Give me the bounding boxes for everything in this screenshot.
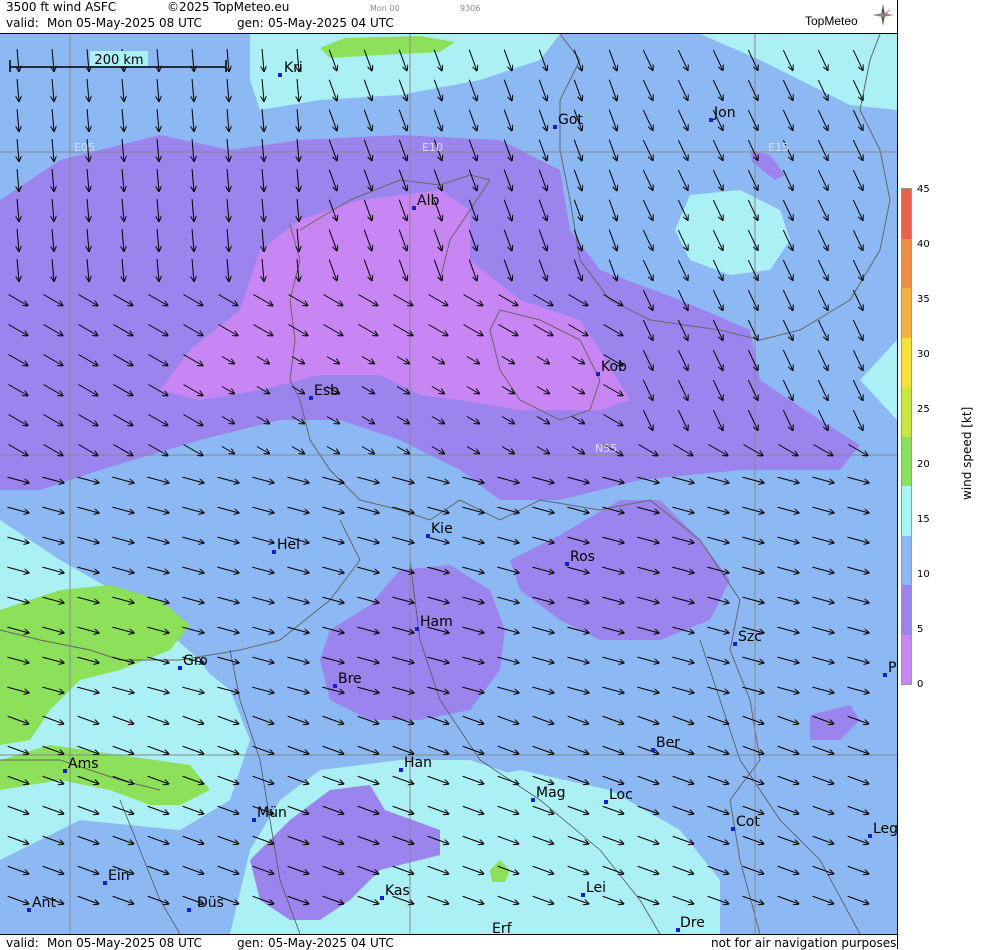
svg-text:Kri: Kri bbox=[284, 60, 303, 76]
svg-text:Lei: Lei bbox=[586, 880, 606, 896]
footer-valid-time: Mon 05-May-2025 08 UTC bbox=[47, 936, 202, 950]
city-ams: Ams bbox=[63, 756, 99, 773]
legend-segment bbox=[902, 189, 911, 239]
code-label: 9306 bbox=[460, 4, 481, 13]
city-esb: Esb bbox=[309, 383, 339, 400]
legend-segment bbox=[902, 238, 911, 288]
compass-icon bbox=[872, 4, 894, 26]
legend-color-bar bbox=[901, 188, 912, 685]
city-ant: Ant bbox=[27, 895, 56, 912]
city-szc: Szc bbox=[733, 629, 762, 646]
city-got: Got bbox=[553, 112, 583, 129]
legend-tick-label: 40 bbox=[917, 239, 930, 250]
grid-label-e10: E10 bbox=[422, 141, 443, 154]
svg-text:Ber: Ber bbox=[656, 735, 680, 751]
legend-segment bbox=[902, 436, 911, 486]
city-alb: Alb bbox=[412, 193, 439, 210]
svg-text:Cot: Cot bbox=[736, 814, 760, 830]
svg-text:Leg: Leg bbox=[873, 821, 897, 837]
svg-text:Szc: Szc bbox=[738, 629, 762, 645]
svg-text:Dre: Dre bbox=[680, 915, 705, 931]
city-ros: Ros bbox=[565, 549, 595, 566]
svg-text:Mün: Mün bbox=[257, 805, 287, 821]
legend-tick-label: 45 bbox=[917, 184, 930, 195]
footer-gen-label: gen: bbox=[237, 936, 264, 950]
legend-tick-label: 25 bbox=[917, 404, 930, 415]
footer: valid: Mon 05-May-2025 08 UTC gen: 05-Ma… bbox=[0, 934, 897, 950]
legend-tick-label: 30 bbox=[917, 349, 930, 360]
svg-text:Ros: Ros bbox=[570, 549, 595, 565]
city-gro: Gro bbox=[178, 653, 208, 670]
legend-tick-label: 35 bbox=[917, 294, 930, 305]
footer-disclaimer: not for air navigation purposes bbox=[711, 936, 897, 950]
valid-time: Mon 05-May-2025 08 UTC bbox=[47, 16, 202, 30]
svg-text:Gro: Gro bbox=[183, 653, 208, 669]
gen-label: gen: bbox=[237, 16, 264, 30]
svg-text:Ham: Ham bbox=[420, 614, 453, 630]
svg-text:Kob: Kob bbox=[601, 359, 627, 375]
city-ham: Ham bbox=[415, 614, 453, 631]
svg-text:Kas: Kas bbox=[385, 883, 410, 899]
footer-valid-label: valid: bbox=[6, 936, 39, 950]
city-han: Han bbox=[399, 755, 432, 772]
svg-text:Esb: Esb bbox=[314, 383, 339, 399]
svg-text:Loc: Loc bbox=[609, 787, 633, 803]
legend-tick-label: 20 bbox=[917, 459, 930, 470]
legend-segment bbox=[902, 634, 911, 684]
city-erf: Erf bbox=[492, 921, 513, 934]
topmeteo-logo[interactable]: TopMeteo bbox=[805, 14, 858, 28]
run-label: Mon 00 bbox=[370, 4, 400, 13]
product-title: 3500 ft wind ASFC bbox=[6, 0, 117, 14]
legend-segment bbox=[902, 535, 911, 585]
svg-text:Ant: Ant bbox=[32, 895, 56, 911]
gen-time: 05-May-2025 04 UTC bbox=[268, 16, 394, 30]
grid-label-e05: E05 bbox=[74, 141, 95, 154]
svg-text:Alb: Alb bbox=[417, 193, 439, 209]
city-kas: Kas bbox=[380, 883, 410, 900]
city-dre: Dre bbox=[676, 915, 705, 932]
svg-text:Jon: Jon bbox=[713, 105, 736, 121]
svg-text:Got: Got bbox=[558, 112, 583, 128]
legend-tick-label: 10 bbox=[917, 569, 930, 580]
footer-gen-time: 05-May-2025 04 UTC bbox=[268, 936, 394, 950]
svg-text:Erf: Erf bbox=[492, 921, 513, 934]
svg-text:Kie: Kie bbox=[431, 521, 453, 537]
svg-text:Ein: Ein bbox=[108, 868, 130, 884]
svg-text:Han: Han bbox=[404, 755, 432, 771]
valid-label: valid: bbox=[6, 16, 39, 30]
legend-segment bbox=[902, 387, 911, 437]
city-kob: Kob bbox=[596, 359, 627, 376]
svg-text:Mag: Mag bbox=[536, 785, 566, 801]
svg-text:Düs: Düs bbox=[197, 895, 224, 911]
legend-tick-label: 15 bbox=[917, 514, 930, 525]
city-cot: Cot bbox=[731, 814, 760, 831]
legend-segment bbox=[902, 288, 911, 338]
svg-text:Hel: Hel bbox=[277, 537, 300, 553]
city-mag: Mag bbox=[531, 785, 566, 802]
legend-tick-label: 5 bbox=[917, 624, 924, 635]
legend-segment bbox=[902, 486, 911, 536]
city-mun: Mün bbox=[252, 805, 287, 822]
city-loc: Loc bbox=[604, 787, 633, 804]
svg-text:Bre: Bre bbox=[338, 671, 362, 687]
city-leg: Leg bbox=[868, 821, 897, 838]
city-ber: Ber bbox=[651, 735, 680, 752]
header: 3500 ft wind ASFC ©2025 TopMeteo.eu Mon … bbox=[0, 0, 897, 34]
grid-label-e15: E15 bbox=[768, 141, 789, 154]
legend-tick-label: 0 bbox=[917, 679, 924, 690]
grid-label-n55: N55 bbox=[595, 442, 617, 455]
legend-segment bbox=[902, 585, 911, 635]
wind-speed-legend: 45 40 35 30 25 20 15 10 5 0 bbox=[897, 0, 989, 949]
scale-bar-label: 200 km bbox=[94, 53, 143, 68]
legend-segment bbox=[902, 337, 911, 387]
city-hel: Hel bbox=[272, 537, 300, 554]
city-bre: Bre bbox=[333, 671, 362, 688]
wind-map[interactable]: 200 km E05 E10 E15 N55 Kri Got Jon Alb K… bbox=[0, 34, 897, 934]
copyright: ©2025 TopMeteo.eu bbox=[167, 0, 290, 14]
svg-text:P: P bbox=[888, 660, 896, 676]
legend-title: wind speed [kt] bbox=[960, 406, 974, 500]
svg-text:Ams: Ams bbox=[68, 756, 99, 772]
